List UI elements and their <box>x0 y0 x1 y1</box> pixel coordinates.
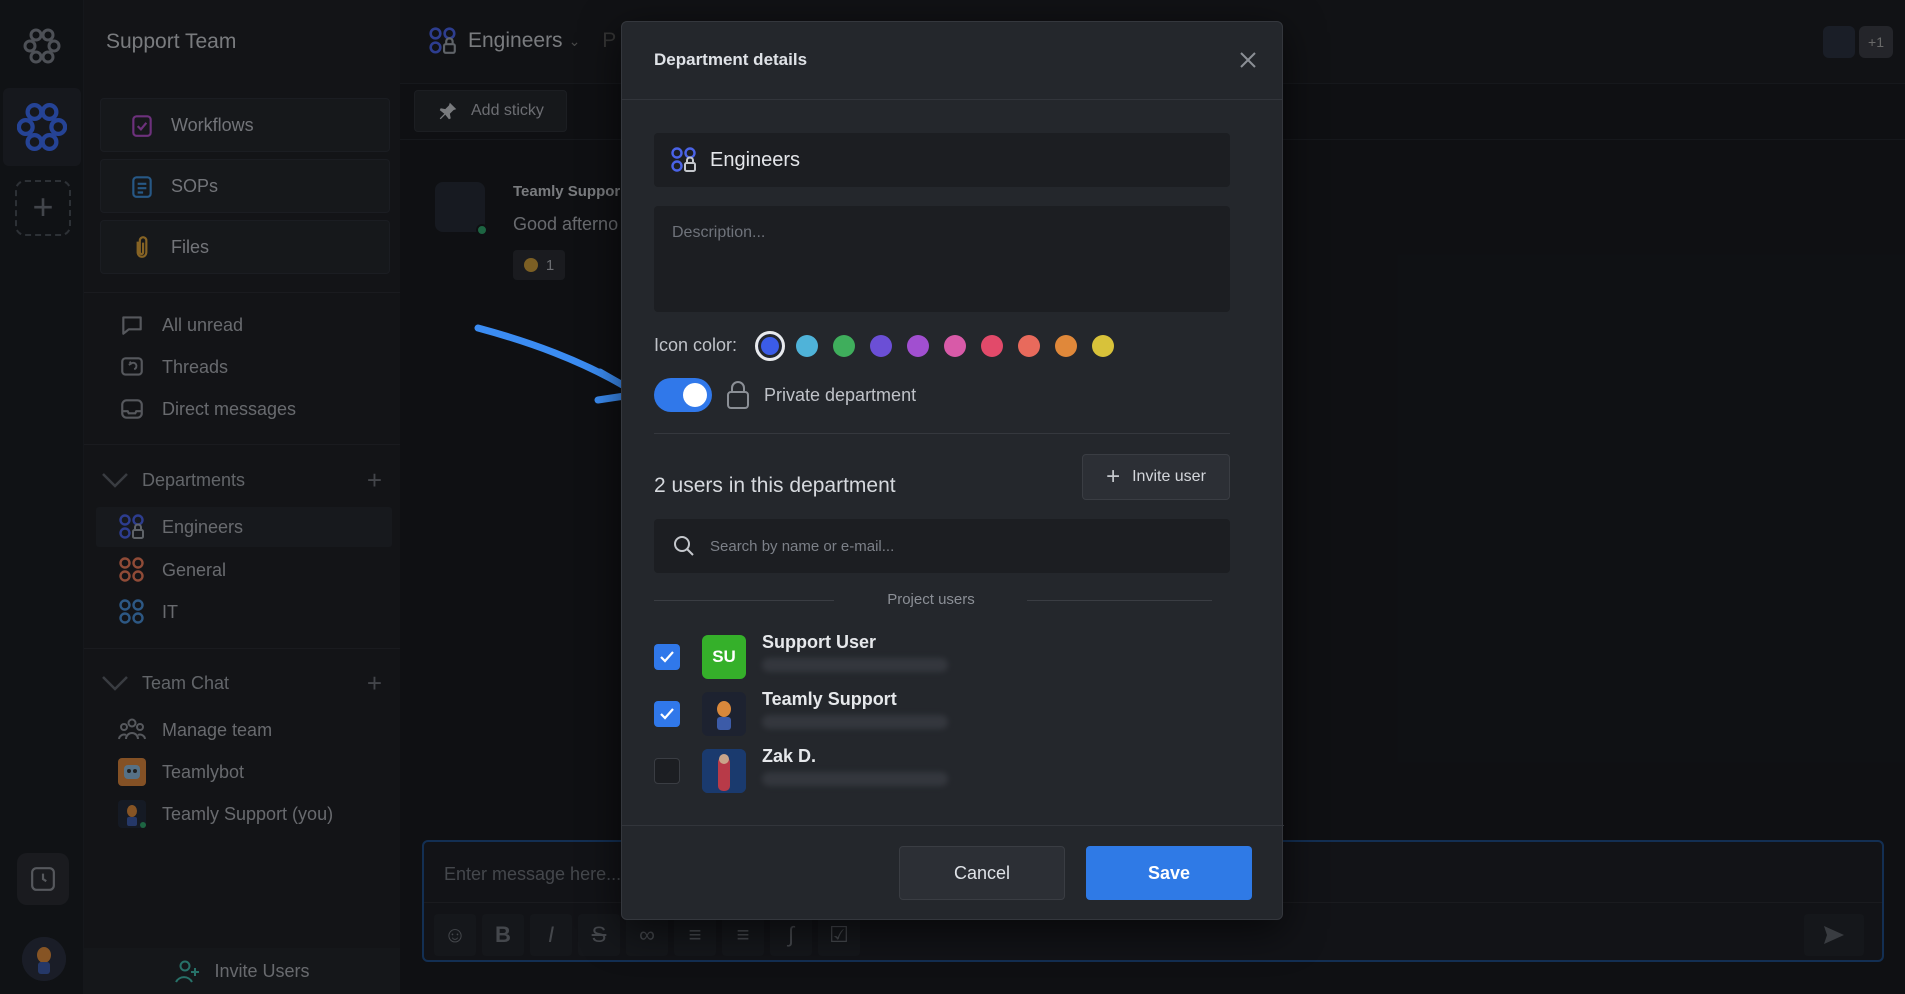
avatar: SU <box>702 635 746 679</box>
user-checkbox[interactable] <box>654 701 680 727</box>
user-search-field <box>654 519 1230 573</box>
private-department-toggle[interactable] <box>654 378 712 412</box>
user-checkbox[interactable] <box>654 758 680 784</box>
department-name-input[interactable] <box>710 148 1210 172</box>
user-row-teamly-support[interactable]: Teamly Support <box>654 689 1230 737</box>
avatar <box>702 692 746 736</box>
user-email-blurred <box>762 772 948 786</box>
invite-user-button[interactable]: + Invite user <box>1082 454 1230 500</box>
department-details-dialog: Department details Icon color: Private d… <box>621 21 1284 920</box>
user-name: Support User <box>762 632 877 652</box>
user-checkbox[interactable] <box>654 644 680 670</box>
color-swatch[interactable] <box>981 335 1003 357</box>
user-row-zak-d[interactable]: Zak D. <box>654 746 1230 794</box>
color-swatch[interactable] <box>944 335 966 357</box>
color-swatch[interactable] <box>1055 335 1077 357</box>
user-search-input[interactable] <box>710 537 1210 555</box>
divider <box>1027 600 1212 601</box>
user-name: Teamly Support <box>762 689 897 709</box>
user-email-blurred <box>762 658 948 672</box>
checkmark-icon <box>660 651 674 663</box>
invite-user-label: Invite user <box>1132 468 1206 485</box>
divider <box>654 433 1230 434</box>
color-swatch[interactable] <box>833 335 855 357</box>
private-department-icon <box>671 147 696 172</box>
divider <box>622 825 1284 826</box>
color-swatch[interactable] <box>907 335 929 357</box>
toggle-knob <box>683 383 707 407</box>
dialog-title: Department details <box>654 50 808 69</box>
color-swatch[interactable] <box>796 335 818 357</box>
color-swatch[interactable] <box>1018 335 1040 357</box>
color-swatch[interactable] <box>870 335 892 357</box>
search-icon <box>674 536 694 556</box>
user-name: Zak D. <box>762 746 817 766</box>
cancel-button[interactable]: Cancel <box>899 846 1065 900</box>
project-users-label: Project users <box>887 591 975 608</box>
dialog-header: Department details <box>622 22 1282 100</box>
avatar <box>702 749 746 793</box>
lock-icon <box>727 381 749 409</box>
color-swatch[interactable] <box>1092 335 1114 357</box>
color-swatch[interactable] <box>755 331 785 361</box>
close-icon[interactable] <box>1236 48 1260 72</box>
plus-icon: + <box>1106 463 1121 490</box>
icon-color-label: Icon color: <box>654 335 738 355</box>
icon-color-picker <box>755 331 1129 361</box>
save-button[interactable]: Save <box>1086 846 1252 900</box>
description-field[interactable] <box>654 206 1230 312</box>
user-row-support-user[interactable]: SU Support User <box>654 632 1230 680</box>
checkmark-icon <box>660 708 674 720</box>
divider <box>654 600 834 601</box>
users-count-text: 2 users in this department <box>654 474 896 497</box>
user-email-blurred <box>762 715 948 729</box>
private-department-label: Private department <box>764 385 917 405</box>
department-name-field <box>654 133 1230 187</box>
